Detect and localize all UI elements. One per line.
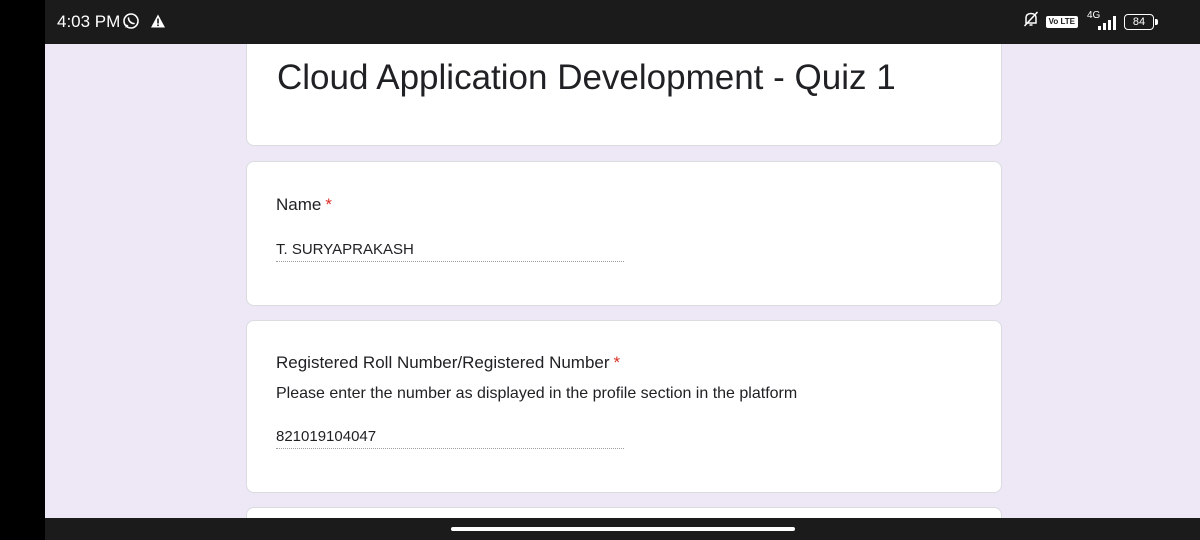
volte-icon: Vo LTE [1045, 15, 1078, 28]
name-answer-input[interactable] [276, 238, 624, 262]
home-gesture-handle[interactable] [451, 527, 795, 531]
required-asterisk: * [325, 195, 332, 214]
question-card-roll-number: Registered Roll Number/Registered Number… [246, 320, 1002, 493]
bell-off-icon [1022, 10, 1040, 33]
question-title: Name * [276, 195, 332, 214]
required-asterisk: * [613, 353, 621, 372]
battery-icon: 84 [1124, 13, 1158, 30]
status-time: 4:03 PM [57, 12, 121, 31]
roll-number-answer-input[interactable] [276, 425, 624, 449]
navigation-bar [45, 518, 1200, 540]
form-page: Cloud Application Development - Quiz 1 N… [45, 44, 1200, 518]
whatsapp-icon [122, 12, 140, 35]
next-question-card [246, 507, 1002, 518]
question-title: Registered Roll Number/Registered Number… [276, 353, 621, 372]
status-bar: 4:03 PM Vo LTE 4G 84 [45, 0, 1200, 44]
question-description: Please enter the number as displayed in … [276, 385, 798, 402]
signal-icon: 4G [1084, 10, 1118, 32]
question-card-name: Name * [246, 161, 1002, 306]
alert-triangle-icon [150, 13, 166, 34]
form-title-card: Cloud Application Development - Quiz 1 [246, 44, 1002, 146]
left-edge-strip [0, 0, 45, 540]
form-title: Cloud Application Development - Quiz 1 [277, 58, 896, 97]
